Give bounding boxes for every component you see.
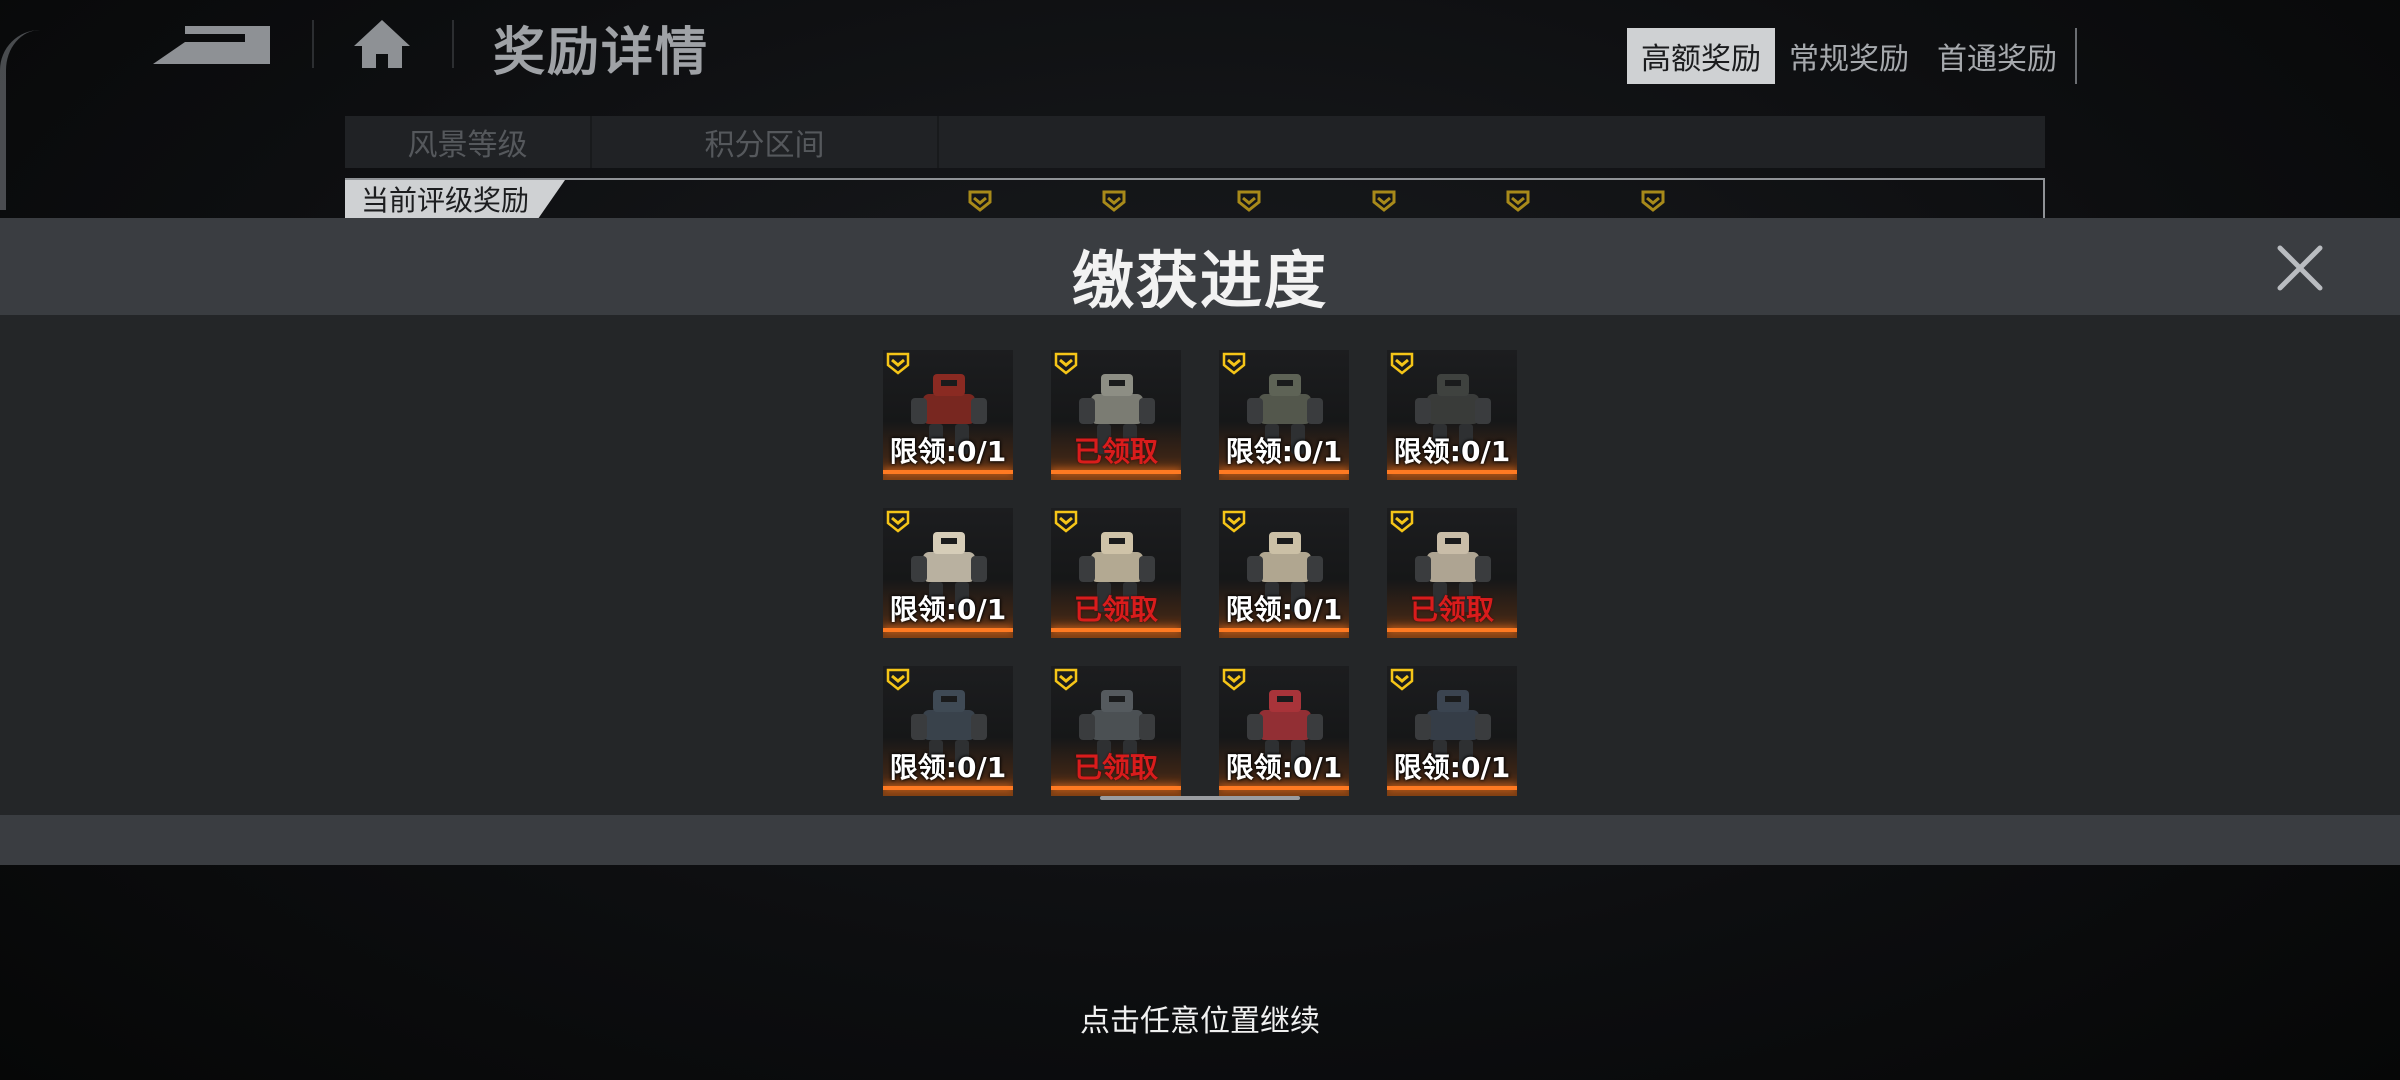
claim-limit-label: 限领:0/1 — [889, 751, 1007, 784]
claimed-label: 已领取 — [1073, 593, 1158, 626]
capture-item[interactable]: 限领:0/1 — [1219, 508, 1349, 638]
claimed-label: 已领取 — [1073, 435, 1158, 468]
rank-badge-icon — [1372, 190, 1396, 212]
modal-header: 缴获进度 — [0, 218, 2400, 317]
capture-item[interactable]: 已领取 — [1051, 666, 1181, 796]
divider — [452, 20, 454, 68]
rating-reward-row — [345, 178, 2045, 220]
capture-progress-grid: 限领:0/1 已领取 限领:0/1 限领:0/1 限领:0/1 已领取 限领:0/1 已领取限… — [883, 350, 1517, 796]
rank-badge-icon — [1237, 190, 1261, 212]
capture-item[interactable]: 已领取 — [1387, 508, 1517, 638]
claim-limit-label: 限领:0/1 — [1393, 435, 1511, 468]
tab-high-reward[interactable]: 高额奖励 — [1627, 28, 1775, 84]
claim-limit-label: 限领:0/1 — [1225, 593, 1343, 626]
modal-title: 缴获进度 — [1071, 244, 1328, 317]
rank-badge-icon — [1506, 190, 1530, 212]
claim-limit-label: 限领:0/1 — [889, 435, 1007, 468]
scrollbar[interactable] — [1100, 796, 1300, 800]
rating-reward-label: 当前评级奖励 — [345, 180, 566, 218]
capture-item[interactable]: 限领:0/1 — [1219, 350, 1349, 480]
claim-limit-label: 限领:0/1 — [1225, 751, 1343, 784]
claimed-label: 已领取 — [1073, 751, 1158, 784]
close-button[interactable] — [2272, 240, 2328, 296]
capture-item[interactable]: 限领:0/1 — [1387, 666, 1517, 796]
tab-first-clear-reward[interactable]: 首通奖励 — [1923, 28, 2071, 84]
tab-regular-reward[interactable]: 常规奖励 — [1775, 28, 1923, 84]
top-bar: 奖励详情 高额奖励 常规奖励 首通奖励 — [0, 0, 2400, 210]
claim-limit-label: 限领:0/1 — [1225, 435, 1343, 468]
claimed-label: 已领取 — [1409, 593, 1494, 626]
table-header: 风景等级 积分区间 — [345, 116, 2045, 168]
capture-item[interactable]: 已领取 — [1051, 350, 1181, 480]
rank-badge-icon — [968, 190, 992, 212]
continue-hint[interactable]: 点击任意位置继续 — [0, 996, 2400, 1040]
capture-item[interactable]: 限领:0/1 — [1219, 666, 1349, 796]
rank-badge-icon — [1641, 190, 1665, 212]
home-button[interactable] — [350, 14, 414, 74]
column-header: 风景等级 — [345, 116, 592, 168]
page-title: 奖励详情 — [493, 23, 710, 83]
divider — [312, 20, 314, 68]
capture-item[interactable]: 限领:0/1 — [883, 350, 1013, 480]
capture-item[interactable]: 限领:0/1 — [883, 508, 1013, 638]
back-button[interactable] — [145, 12, 275, 74]
capture-item[interactable]: 限领:0/1 — [1387, 350, 1517, 480]
claim-limit-label: 限领:0/1 — [889, 593, 1007, 626]
claim-limit-label: 限领:0/1 — [1393, 751, 1511, 784]
close-icon — [2277, 245, 2323, 291]
column-header: 积分区间 — [592, 116, 939, 168]
back-arrow-icon — [153, 26, 270, 64]
column-header-empty — [939, 116, 2045, 168]
modal-footer — [0, 815, 2400, 865]
decorative-curve — [0, 30, 46, 210]
home-icon — [354, 20, 410, 68]
rank-badge-icon — [1102, 190, 1126, 212]
capture-item[interactable]: 已领取 — [1051, 508, 1181, 638]
capture-item[interactable]: 限领:0/1 — [883, 666, 1013, 796]
tab-divider — [2075, 28, 2077, 84]
reward-tabs: 高额奖励 常规奖励 首通奖励 — [1627, 28, 2077, 84]
